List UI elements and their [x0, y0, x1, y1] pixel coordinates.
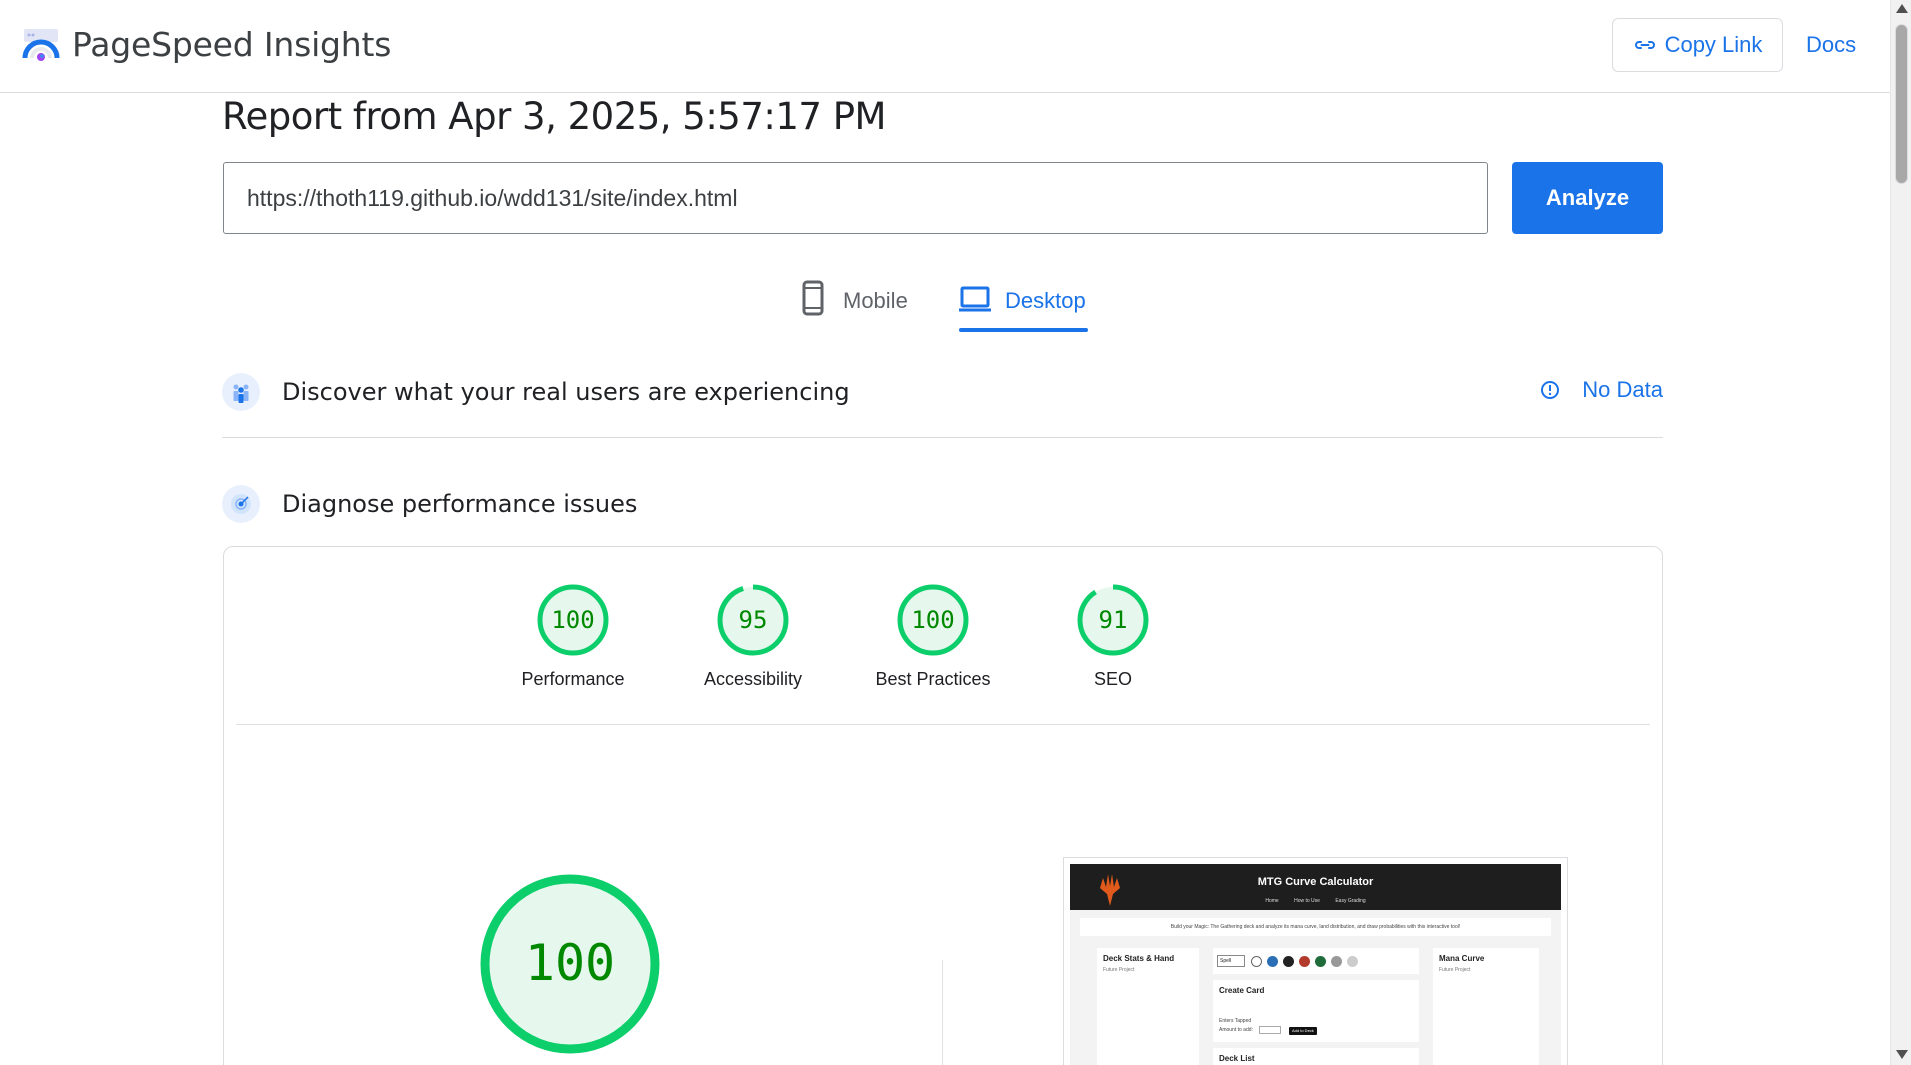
gauge-value: 100: [911, 606, 954, 634]
no-data-label: No Data: [1582, 377, 1663, 402]
gauge-ring: 91: [1077, 584, 1149, 656]
score-gauge-best-practices[interactable]: 100 Best Practices: [833, 583, 1033, 690]
gauge-value: 95: [739, 606, 768, 634]
screenshot-site-title: MTG Curve Calculator: [1257, 876, 1374, 888]
green-mana-icon: [1315, 956, 1326, 967]
screenshot-mana-curve-sub: Future Project: [1439, 967, 1471, 973]
laptop-icon: [959, 286, 991, 312]
docs-link[interactable]: Docs: [1806, 32, 1856, 58]
screenshot-nav-item: Easy Grading: [1335, 898, 1366, 904]
gauge-value: 91: [1099, 606, 1128, 634]
brand[interactable]: PageSpeed Insights: [22, 25, 391, 64]
screenshot-deck-stats-sub: Future Project: [1103, 967, 1135, 973]
tab-mobile[interactable]: Mobile: [797, 280, 908, 332]
scrollbar-thumb[interactable]: [1895, 24, 1908, 184]
tab-mobile-label: Mobile: [843, 288, 908, 313]
blue-mana-icon: [1267, 956, 1278, 967]
gauge-label: Accessibility: [703, 669, 803, 689]
scroll-down-arrow-icon[interactable]: [1896, 1050, 1908, 1059]
no-data-link[interactable]: No Data: [1540, 377, 1663, 403]
generic-mana-icon: [1347, 956, 1358, 967]
screenshot-spell-select: Spell: [1217, 955, 1245, 967]
link-icon: [1634, 41, 1655, 49]
gauge-ring: 100: [537, 584, 609, 656]
gauge-ring: 95: [717, 584, 789, 656]
gauge-label: Best Practices: [875, 669, 991, 689]
info-icon: [1541, 381, 1560, 399]
smartphone-icon: [802, 280, 824, 316]
colorless-mana-icon: [1331, 956, 1342, 967]
diagnose-icon: [222, 485, 260, 523]
lab-results-card: 100 Performance 95 Accessibility 100 Bes…: [223, 546, 1663, 1065]
screenshot-create-card: Create Card Enters Tapped Amount to add:…: [1213, 980, 1419, 1042]
score-gauge-seo[interactable]: 91 SEO: [1013, 583, 1213, 690]
copy-link-label: Copy Link: [1664, 32, 1763, 57]
scroll-up-arrow-icon[interactable]: [1896, 4, 1908, 13]
score-gauge-accessibility[interactable]: 95 Accessibility: [653, 583, 853, 690]
gauge-label: SEO: [1093, 669, 1132, 689]
screenshot-add-button: Add to Deck: [1289, 1027, 1317, 1035]
screenshot-deck-list: Deck List: [1213, 1048, 1419, 1065]
url-input[interactable]: [223, 162, 1488, 234]
vertical-divider: [942, 960, 943, 1065]
report-title: Report from Apr 3, 2025, 5:57:17 PM: [222, 95, 886, 138]
real-users-icon: [222, 373, 260, 411]
screenshot-mana-selector: Spell: [1213, 948, 1419, 974]
screenshot-deck-stats-title: Deck Stats & Hand: [1103, 954, 1175, 963]
screenshot-mana-curve: Mana Curve Future Project: [1433, 948, 1539, 1065]
gauge-ring: 100: [897, 584, 969, 656]
field-data-title: Discover what your real users are experi…: [282, 378, 850, 406]
screenshot-deck-stats: Deck Stats & Hand Future Project: [1097, 948, 1199, 1065]
top-app-bar: PageSpeed Insights Copy Link Docs: [0, 0, 1890, 93]
lab-data-section-header: Diagnose performance issues: [222, 485, 1663, 523]
screenshot-deck-list-title: Deck List: [1219, 1054, 1255, 1063]
tab-desktop-label: Desktop: [1005, 288, 1086, 313]
performance-big-gauge: 100: [480, 874, 660, 1054]
page-scrollbar[interactable]: [1890, 0, 1911, 1065]
black-mana-icon: [1283, 956, 1294, 967]
active-tab-indicator: [959, 328, 1088, 332]
screenshot-nav: Home How to Use Easy Grading: [1070, 898, 1561, 904]
red-mana-icon: [1299, 956, 1310, 967]
screenshot-mana-curve-title: Mana Curve: [1439, 954, 1485, 963]
screenshot-amount-label: Amount to add:: [1219, 1027, 1253, 1033]
gauge-value: 100: [551, 606, 594, 634]
screenshot-nav-item: Home: [1265, 898, 1279, 904]
big-gauge-value: 100: [525, 934, 615, 992]
score-gauge-performance[interactable]: 100 Performance: [473, 583, 673, 690]
screenshot-amount-input: [1259, 1026, 1281, 1034]
analyze-button[interactable]: Analyze: [1512, 162, 1663, 234]
lab-data-title: Diagnose performance issues: [282, 490, 638, 518]
section-divider: [222, 437, 1663, 438]
screenshot-create-card-title: Create Card: [1219, 986, 1265, 995]
pagespeed-logo-icon: [22, 28, 60, 61]
screenshot-page: MTG Curve Calculator Home How to Use Eas…: [1070, 864, 1561, 1065]
tab-desktop[interactable]: Desktop: [959, 280, 1086, 332]
screenshot-nav-item: How to Use: [1294, 898, 1320, 904]
white-mana-icon: [1251, 956, 1262, 967]
screenshot-header: MTG Curve Calculator Home How to Use Eas…: [1070, 864, 1561, 910]
final-screenshot: MTG Curve Calculator Home How to Use Eas…: [1063, 857, 1568, 1065]
screenshot-intro: Build your Magic: The Gathering deck and…: [1080, 918, 1551, 936]
card-divider: [236, 724, 1650, 725]
screenshot-enters-tapped: Enters Tapped: [1219, 1018, 1252, 1024]
gauge-label: Performance: [521, 669, 625, 689]
copy-link-button[interactable]: Copy Link: [1612, 18, 1783, 72]
field-data-section-header: Discover what your real users are experi…: [222, 373, 1663, 411]
brand-name: PageSpeed Insights: [72, 25, 392, 64]
